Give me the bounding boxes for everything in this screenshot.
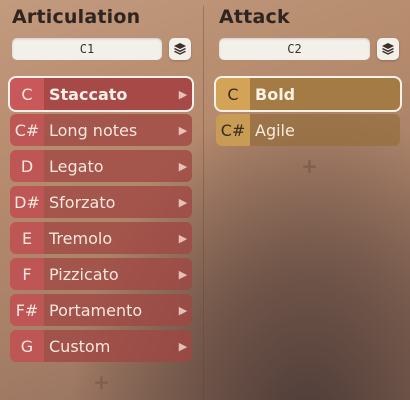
item-label: Sforzato bbox=[44, 186, 174, 218]
articulation-panel: Articulation C1 C Staccato ▶ C# Long not… bbox=[0, 0, 204, 400]
articulation-item[interactable]: D Legato ▶ bbox=[10, 150, 192, 182]
attack-slot-field[interactable]: C2 bbox=[219, 38, 370, 60]
articulation-item[interactable]: G Custom ▶ bbox=[10, 330, 192, 362]
key-label: C# bbox=[10, 114, 44, 146]
key-label: D# bbox=[10, 186, 44, 218]
articulation-slot-row: C1 bbox=[12, 38, 191, 60]
add-attack-button[interactable]: + bbox=[301, 156, 318, 176]
attack-layers-button[interactable] bbox=[377, 38, 399, 60]
chevron-right-icon[interactable]: ▶ bbox=[174, 78, 192, 110]
articulation-item[interactable]: C# Long notes ▶ bbox=[10, 114, 192, 146]
attack-item[interactable]: C# Agile bbox=[216, 114, 400, 146]
chevron-right-icon[interactable]: ▶ bbox=[174, 330, 192, 362]
articulation-item[interactable]: D# Sforzato ▶ bbox=[10, 186, 192, 218]
item-label: Portamento bbox=[44, 294, 174, 326]
chevron-right-icon[interactable]: ▶ bbox=[174, 186, 192, 218]
chevron-right-icon[interactable]: ▶ bbox=[174, 150, 192, 182]
key-label: G bbox=[10, 330, 44, 362]
item-label: Custom bbox=[44, 330, 174, 362]
column-divider bbox=[203, 6, 204, 400]
attack-panel: Attack C2 C Bold C# Agile + bbox=[205, 0, 410, 400]
item-label: Agile bbox=[250, 114, 400, 146]
attack-item[interactable]: C Bold bbox=[214, 76, 402, 112]
key-label: F# bbox=[10, 294, 44, 326]
articulation-title: Articulation bbox=[12, 6, 141, 28]
key-label: E bbox=[10, 222, 44, 254]
item-label: Bold bbox=[250, 78, 400, 110]
attack-title: Attack bbox=[219, 6, 290, 28]
layers-icon bbox=[174, 43, 186, 55]
key-label: C bbox=[216, 78, 250, 110]
item-label: Legato bbox=[44, 150, 174, 182]
item-label: Long notes bbox=[44, 114, 174, 146]
chevron-right-icon[interactable]: ▶ bbox=[174, 294, 192, 326]
item-label: Pizzicato bbox=[44, 258, 174, 290]
chevron-right-icon[interactable]: ▶ bbox=[174, 258, 192, 290]
articulation-list: C Staccato ▶ C# Long notes ▶ D Legato ▶ … bbox=[8, 76, 194, 366]
articulation-item[interactable]: F# Portamento ▶ bbox=[10, 294, 192, 326]
key-label: D bbox=[10, 150, 44, 182]
attack-slot-row: C2 bbox=[219, 38, 399, 60]
articulation-slot-field[interactable]: C1 bbox=[12, 38, 162, 60]
chevron-right-icon[interactable]: ▶ bbox=[174, 114, 192, 146]
articulation-item[interactable]: F Pizzicato ▶ bbox=[10, 258, 192, 290]
articulation-item[interactable]: C Staccato ▶ bbox=[8, 76, 194, 112]
item-label: Staccato bbox=[44, 78, 174, 110]
item-label: Tremolo bbox=[44, 222, 174, 254]
attack-list: C Bold C# Agile bbox=[214, 76, 402, 150]
chevron-right-icon[interactable]: ▶ bbox=[174, 222, 192, 254]
layers-icon bbox=[382, 43, 394, 55]
key-label: F bbox=[10, 258, 44, 290]
add-articulation-button[interactable]: + bbox=[93, 372, 110, 392]
key-label: C# bbox=[216, 114, 250, 146]
articulation-item[interactable]: E Tremolo ▶ bbox=[10, 222, 192, 254]
key-label: C bbox=[10, 78, 44, 110]
articulation-layers-button[interactable] bbox=[169, 38, 191, 60]
